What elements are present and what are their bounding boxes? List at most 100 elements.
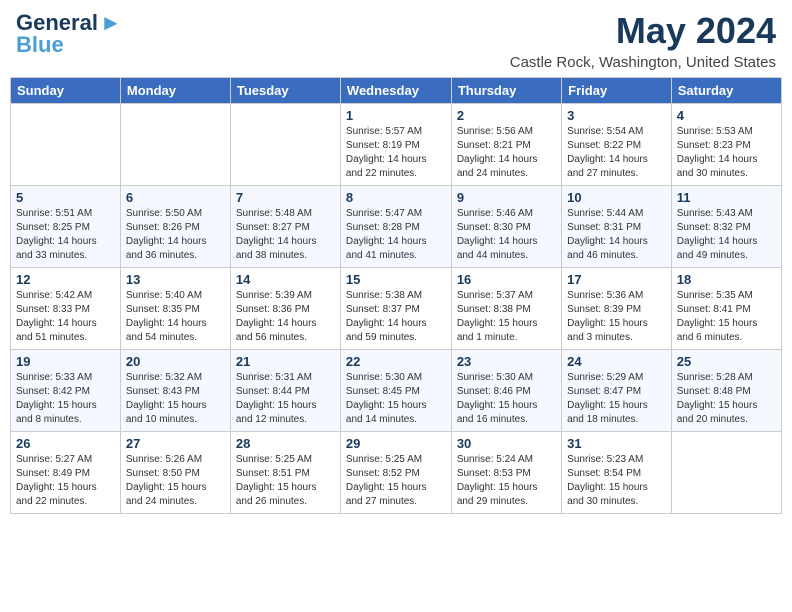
weekday-header-tuesday: Tuesday (230, 78, 340, 104)
calendar-cell (671, 432, 781, 514)
day-number: 15 (346, 272, 446, 287)
day-number: 12 (16, 272, 115, 287)
day-number: 27 (126, 436, 225, 451)
day-number: 18 (677, 272, 776, 287)
calendar-cell: 29 Sunrise: 5:25 AMSunset: 8:52 PMDayligh… (340, 432, 451, 514)
calendar-cell: 6 Sunrise: 5:50 AMSunset: 8:26 PMDaylight… (120, 186, 230, 268)
day-info: Sunrise: 5:27 AMSunset: 8:49 PMDaylight:… (16, 453, 115, 509)
subtitle: Castle Rock, Washington, United States (510, 54, 776, 71)
weekday-header-friday: Friday (562, 78, 672, 104)
day-number: 6 (126, 190, 225, 205)
day-number: 7 (236, 190, 335, 205)
day-number: 21 (236, 354, 335, 369)
calendar-cell: 27 Sunrise: 5:26 AMSunset: 8:50 PMDayligh… (120, 432, 230, 514)
calendar-cell: 23 Sunrise: 5:30 AMSunset: 8:46 PMDayligh… (451, 350, 561, 432)
calendar-cell: 3 Sunrise: 5:54 AMSunset: 8:22 PMDaylight… (562, 104, 672, 186)
day-info: Sunrise: 5:32 AMSunset: 8:43 PMDaylight:… (126, 371, 225, 427)
calendar-table: SundayMondayTuesdayWednesdayThursdayFrid… (10, 77, 782, 514)
day-number: 30 (457, 436, 556, 451)
calendar-cell: 17 Sunrise: 5:36 AMSunset: 8:39 PMDayligh… (562, 268, 672, 350)
day-info: Sunrise: 5:44 AMSunset: 8:31 PMDaylight:… (567, 207, 666, 263)
weekday-header-wednesday: Wednesday (340, 78, 451, 104)
day-info: Sunrise: 5:29 AMSunset: 8:47 PMDaylight:… (567, 371, 666, 427)
calendar-week-3: 12 Sunrise: 5:42 AMSunset: 8:33 PMDayligh… (11, 268, 782, 350)
day-info: Sunrise: 5:38 AMSunset: 8:37 PMDaylight:… (346, 289, 446, 345)
calendar-cell: 14Sunrise: 5:39 AMSunset: 8:36 PMDayligh… (230, 268, 340, 350)
calendar-cell: 26 Sunrise: 5:27 AMSunset: 8:49 PMDayligh… (11, 432, 121, 514)
calendar-cell: 19 Sunrise: 5:33 AMSunset: 8:42 PMDayligh… (11, 350, 121, 432)
day-number: 28 (236, 436, 335, 451)
day-info: Sunrise: 5:25 AMSunset: 8:52 PMDaylight:… (346, 453, 446, 509)
day-info: Sunrise: 5:50 AMSunset: 8:26 PMDaylight:… (126, 207, 225, 263)
logo: General ► Blue (16, 10, 122, 58)
day-number: 9 (457, 190, 556, 205)
day-info: Sunrise: 5:30 AMSunset: 8:46 PMDaylight:… (457, 371, 556, 427)
day-info: Sunrise: 5:56 AMSunset: 8:21 PMDaylight:… (457, 125, 556, 181)
weekday-header-sunday: Sunday (11, 78, 121, 104)
day-number: 23 (457, 354, 556, 369)
page-container: General ► Blue May 2024 Castle Rock, Was… (0, 0, 792, 514)
day-info: Sunrise: 5:36 AMSunset: 8:39 PMDaylight:… (567, 289, 666, 345)
day-number: 19 (16, 354, 115, 369)
calendar-week-5: 26 Sunrise: 5:27 AMSunset: 8:49 PMDayligh… (11, 432, 782, 514)
calendar-cell: 20 Sunrise: 5:32 AMSunset: 8:43 PMDayligh… (120, 350, 230, 432)
day-number: 10 (567, 190, 666, 205)
day-info: Sunrise: 5:37 AMSunset: 8:38 PMDaylight:… (457, 289, 556, 345)
day-number: 24 (567, 354, 666, 369)
calendar-cell: 24 Sunrise: 5:29 AMSunset: 8:47 PMDayligh… (562, 350, 672, 432)
weekday-header-thursday: Thursday (451, 78, 561, 104)
calendar-cell: 22 Sunrise: 5:30 AMSunset: 8:45 PMDayligh… (340, 350, 451, 432)
calendar-week-1: 1Sunrise: 5:57 AMSunset: 8:19 PMDaylight… (11, 104, 782, 186)
day-info: Sunrise: 5:35 AMSunset: 8:41 PMDaylight:… (677, 289, 776, 345)
day-number: 25 (677, 354, 776, 369)
day-number: 2 (457, 108, 556, 123)
calendar-cell: 7 Sunrise: 5:48 AMSunset: 8:27 PMDaylight… (230, 186, 340, 268)
day-info: Sunrise: 5:53 AMSunset: 8:23 PMDaylight:… (677, 125, 776, 181)
day-number: 16 (457, 272, 556, 287)
day-number: 8 (346, 190, 446, 205)
day-info: Sunrise: 5:31 AMSunset: 8:44 PMDaylight:… (236, 371, 335, 427)
day-number: 31 (567, 436, 666, 451)
day-number: 17 (567, 272, 666, 287)
calendar-header-row: SundayMondayTuesdayWednesdayThursdayFrid… (11, 78, 782, 104)
calendar-week-4: 19 Sunrise: 5:33 AMSunset: 8:42 PMDayligh… (11, 350, 782, 432)
day-number: 13 (126, 272, 225, 287)
day-number: 29 (346, 436, 446, 451)
logo-blue: Blue (16, 32, 122, 58)
day-number: 1 (346, 108, 446, 123)
calendar-cell: 12 Sunrise: 5:42 AMSunset: 8:33 PMDayligh… (11, 268, 121, 350)
day-number: 26 (16, 436, 115, 451)
calendar-cell: 25 Sunrise: 5:28 AMSunset: 8:48 PMDayligh… (671, 350, 781, 432)
calendar-cell: 2 Sunrise: 5:56 AMSunset: 8:21 PMDaylight… (451, 104, 561, 186)
calendar-cell: 21 Sunrise: 5:31 AMSunset: 8:44 PMDayligh… (230, 350, 340, 432)
main-title: May 2024 (510, 10, 776, 52)
day-number: 14 (236, 272, 335, 287)
calendar-cell: 4Sunrise: 5:53 AMSunset: 8:23 PMDaylight… (671, 104, 781, 186)
calendar-cell (230, 104, 340, 186)
day-info: Sunrise: 5:33 AMSunset: 8:42 PMDaylight:… (16, 371, 115, 427)
weekday-header-saturday: Saturday (671, 78, 781, 104)
day-info: Sunrise: 5:26 AMSunset: 8:50 PMDaylight:… (126, 453, 225, 509)
day-number: 3 (567, 108, 666, 123)
day-number: 11 (677, 190, 776, 205)
day-info: Sunrise: 5:54 AMSunset: 8:22 PMDaylight:… (567, 125, 666, 181)
calendar-cell: 13Sunrise: 5:40 AMSunset: 8:35 PMDayligh… (120, 268, 230, 350)
day-info: Sunrise: 5:48 AMSunset: 8:27 PMDaylight:… (236, 207, 335, 263)
calendar-cell: 28 Sunrise: 5:25 AMSunset: 8:51 PMDayligh… (230, 432, 340, 514)
day-info: Sunrise: 5:25 AMSunset: 8:51 PMDaylight:… (236, 453, 335, 509)
day-info: Sunrise: 5:28 AMSunset: 8:48 PMDaylight:… (677, 371, 776, 427)
calendar-cell: 31Sunrise: 5:23 AMSunset: 8:54 PMDayligh… (562, 432, 672, 514)
calendar-week-2: 5Sunrise: 5:51 AMSunset: 8:25 PMDaylight… (11, 186, 782, 268)
day-info: Sunrise: 5:43 AMSunset: 8:32 PMDaylight:… (677, 207, 776, 263)
day-info: Sunrise: 5:30 AMSunset: 8:45 PMDaylight:… (346, 371, 446, 427)
day-number: 22 (346, 354, 446, 369)
title-block: May 2024 Castle Rock, Washington, United… (510, 10, 776, 71)
day-info: Sunrise: 5:46 AMSunset: 8:30 PMDaylight:… (457, 207, 556, 263)
calendar-cell: 8Sunrise: 5:47 AMSunset: 8:28 PMDaylight… (340, 186, 451, 268)
day-info: Sunrise: 5:42 AMSunset: 8:33 PMDaylight:… (16, 289, 115, 345)
day-info: Sunrise: 5:51 AMSunset: 8:25 PMDaylight:… (16, 207, 115, 263)
weekday-header-monday: Monday (120, 78, 230, 104)
day-number: 20 (126, 354, 225, 369)
calendar-cell: 5Sunrise: 5:51 AMSunset: 8:25 PMDaylight… (11, 186, 121, 268)
calendar-cell (11, 104, 121, 186)
